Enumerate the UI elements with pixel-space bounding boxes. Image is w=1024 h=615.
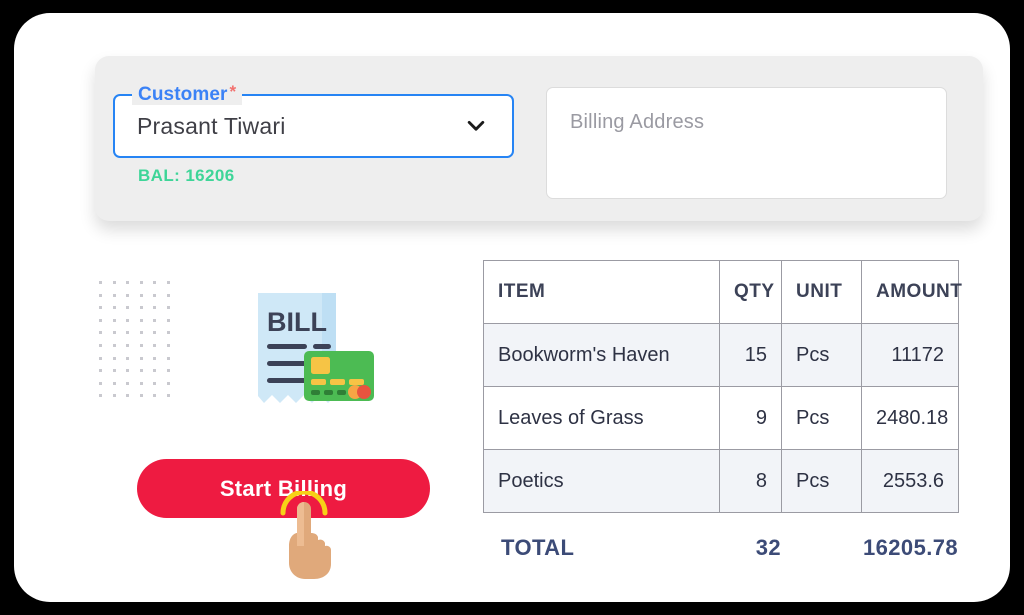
- cell-unit: Pcs: [781, 449, 862, 513]
- invoice-table: ITEM QTY UNIT AMOUNT Bookworm's Haven 15…: [483, 260, 962, 513]
- start-billing-button[interactable]: Start Billing: [137, 459, 430, 518]
- table-row[interactable]: Leaves of Grass 9 Pcs 2480.18: [483, 386, 959, 450]
- billing-address-placeholder: Billing Address: [570, 111, 705, 133]
- table-row[interactable]: Poetics 8 Pcs 2553.6: [483, 449, 959, 513]
- cell-unit: Pcs: [781, 323, 862, 387]
- invoice-total-row: TOTAL 32 16205.78: [483, 535, 958, 575]
- total-qty: 32: [755, 535, 781, 560]
- customer-select-value: Prasant Tiwari: [137, 112, 286, 139]
- customer-form-panel: Customer * Prasant Tiwari BAL: 16206 Bil…: [95, 56, 983, 221]
- cell-item: Poetics: [483, 449, 720, 513]
- table-header-row: ITEM QTY UNIT AMOUNT: [483, 260, 962, 324]
- cell-amount: 2480.18: [861, 386, 959, 450]
- column-header-amount: AMOUNT: [861, 260, 962, 324]
- column-header-unit: UNIT: [781, 260, 862, 324]
- billing-address-field[interactable]: Billing Address: [546, 87, 947, 199]
- bill-illustration-text: BILL: [267, 307, 327, 337]
- app-card: Customer * Prasant Tiwari BAL: 16206 Bil…: [14, 13, 1010, 602]
- customer-select[interactable]: Customer * Prasant Tiwari: [113, 83, 514, 158]
- table-row[interactable]: Bookworm's Haven 15 Pcs 11172: [483, 323, 959, 387]
- customer-balance: BAL: 16206: [138, 166, 235, 185]
- cell-amount: 2553.6: [861, 449, 959, 513]
- decorative-dot-grid: [99, 281, 180, 407]
- cell-qty: 8: [719, 449, 782, 513]
- column-header-qty: QTY: [719, 260, 782, 324]
- column-header-item: ITEM: [483, 260, 720, 324]
- cell-item: Leaves of Grass: [483, 386, 720, 450]
- cell-qty: 9: [719, 386, 782, 450]
- cell-item: Bookworm's Haven: [483, 323, 720, 387]
- total-label: TOTAL: [501, 535, 575, 560]
- cell-amount: 11172: [861, 323, 959, 387]
- cell-qty: 15: [719, 323, 782, 387]
- screenshot-stage: Customer * Prasant Tiwari BAL: 16206 Bil…: [0, 0, 1024, 615]
- total-amount: 16205.78: [863, 535, 958, 560]
- cell-unit: Pcs: [781, 386, 862, 450]
- chevron-down-icon[interactable]: [464, 114, 488, 138]
- bill-illustration: BILL: [236, 291, 376, 413]
